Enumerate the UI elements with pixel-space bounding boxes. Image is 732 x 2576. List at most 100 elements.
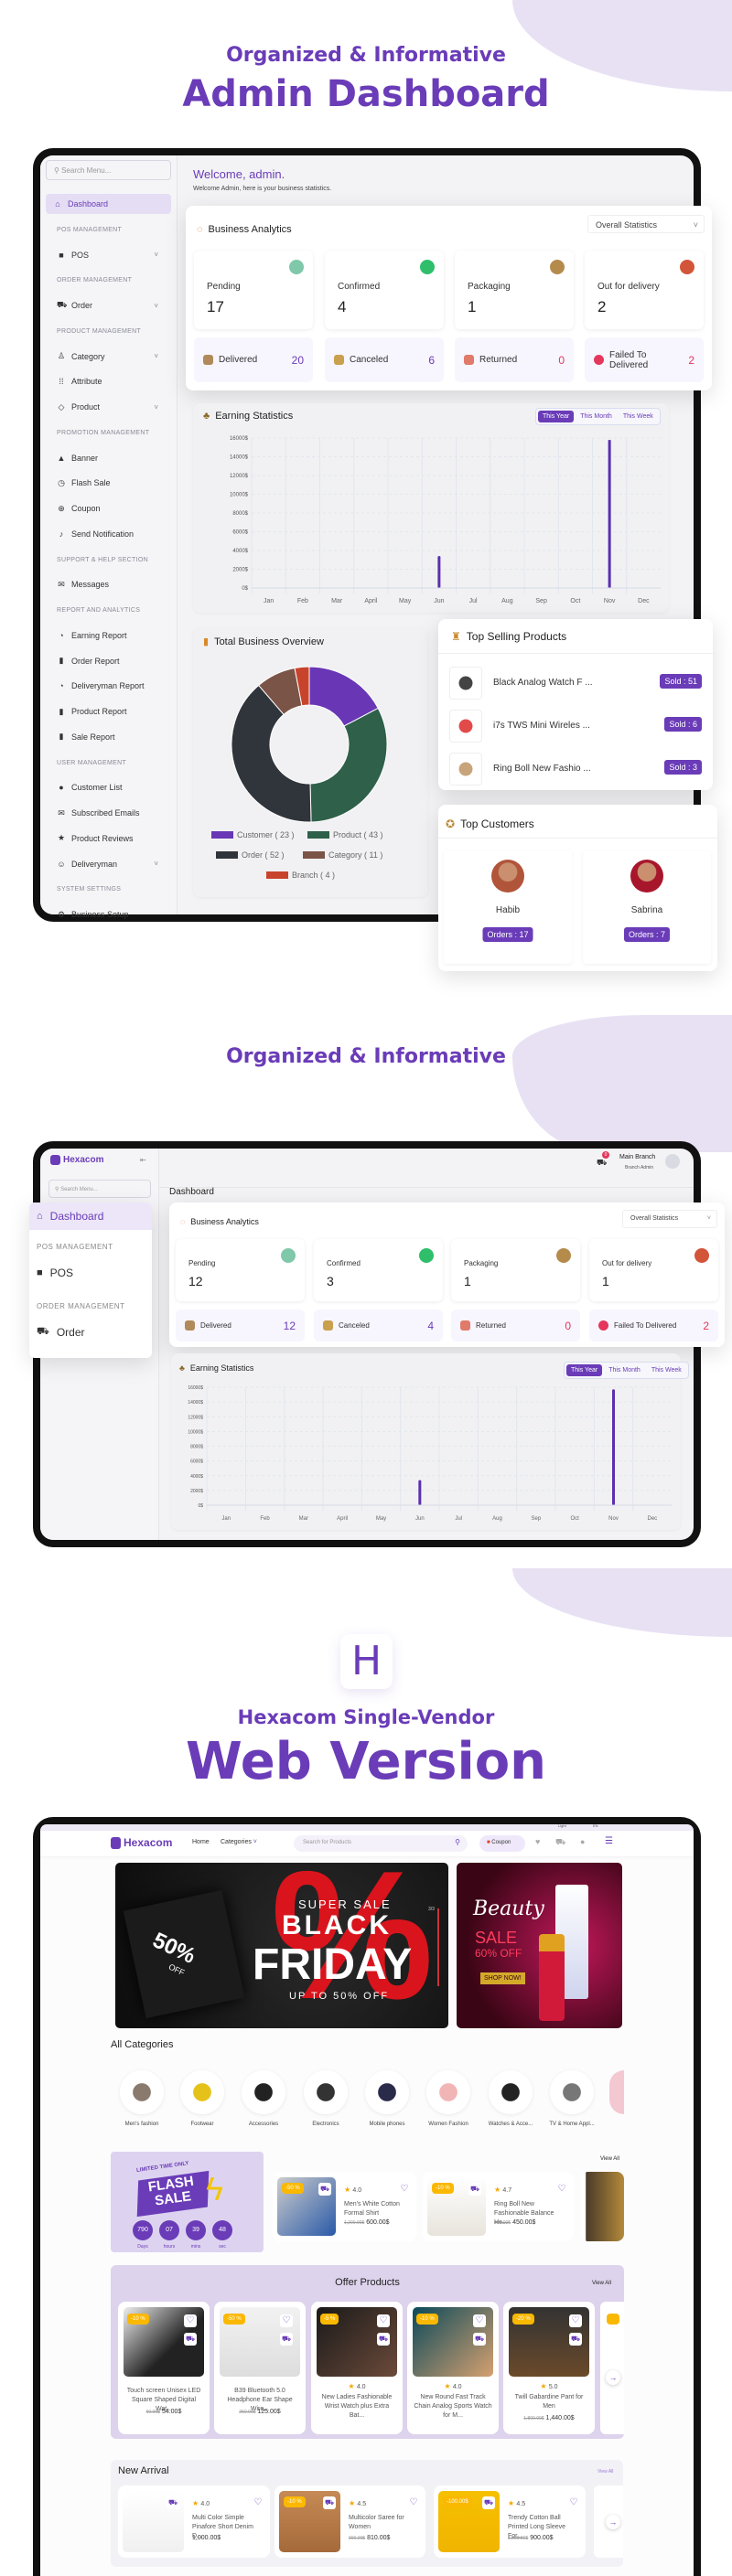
statistics-filter-select[interactable]: Overall Statistics ˅ bbox=[587, 215, 705, 233]
sidebar-item-sale-report[interactable]: ▮ Sale Report bbox=[49, 727, 171, 747]
flash-view-all-link[interactable]: View All bbox=[600, 2156, 619, 2162]
stat-card-packaging[interactable]: Packaging 1 bbox=[451, 1239, 580, 1301]
tab-this-month[interactable]: This Month bbox=[604, 1364, 645, 1376]
next-arrow-button[interactable]: → bbox=[606, 2370, 620, 2385]
search-menu-input[interactable]: ⚲ Search Menu... bbox=[48, 1180, 151, 1198]
add-to-cart-button[interactable]: ⛟ bbox=[468, 2183, 481, 2196]
sidebar-item-category[interactable]: ♙ Category ˅ bbox=[49, 347, 171, 367]
sidebar-item-earning-report[interactable]: ◔ Earning Report bbox=[49, 625, 171, 646]
new-arrival-view-all-link[interactable]: View All bbox=[597, 2469, 613, 2474]
category-item[interactable]: Accessories bbox=[236, 2070, 291, 2134]
slice-product[interactable] bbox=[309, 707, 388, 823]
customer-card[interactable]: Habib Orders : 17 bbox=[444, 850, 572, 964]
menu-item-dashboard[interactable]: ⌂ Dashboard bbox=[29, 1202, 152, 1230]
tab-this-week[interactable]: This Week bbox=[647, 1364, 686, 1376]
search-menu-input[interactable]: ⚲ Search Menu... bbox=[46, 160, 171, 180]
coupon-button[interactable]: ■ Coupon bbox=[479, 1835, 525, 1852]
tab-this-year[interactable]: This Year bbox=[566, 1364, 603, 1376]
sidebar-item-business-setup[interactable]: ⚙ Business Setup bbox=[49, 904, 171, 925]
product-search-input[interactable]: Search for Products ⚲ bbox=[294, 1835, 468, 1852]
status-tile-canceled[interactable]: Canceled 4 bbox=[314, 1309, 443, 1341]
status-tile-delivered[interactable]: Delivered 20 bbox=[194, 337, 313, 382]
brand-logo[interactable]: Hexacom bbox=[50, 1155, 103, 1165]
heart-icon[interactable]: ♥ bbox=[535, 1837, 540, 1846]
nav-home[interactable]: Home bbox=[192, 1839, 210, 1845]
shop-now-button[interactable]: SHOP NOW! bbox=[480, 1972, 525, 1984]
category-item[interactable]: Footwear bbox=[175, 2070, 230, 2134]
sidebar-item-product[interactable]: ◇ Product ˅ bbox=[49, 397, 171, 417]
wishlist-heart-icon[interactable]: ♡ bbox=[184, 2314, 197, 2327]
wishlist-heart-icon[interactable]: ♡ bbox=[377, 2314, 390, 2327]
product-card[interactable]: -10 % ♡ ⛟ ★ 4.0 New Round Fast Track Chain A… bbox=[407, 2302, 499, 2434]
product-card[interactable]: -10 % ⛟ ♡ ★ 4.5 Multicolor Saree for Women 90… bbox=[274, 2485, 425, 2558]
tab-this-month[interactable]: This Month bbox=[576, 411, 617, 422]
sidebar-item-deliveryman-report[interactable]: ◔ Deliveryman Report bbox=[49, 676, 171, 696]
menu-item-pos[interactable]: ■ POS bbox=[29, 1259, 152, 1287]
status-tile-failed-to-delivered[interactable]: Failed To Delivered 2 bbox=[585, 337, 704, 382]
wishlist-heart-icon[interactable]: ♡ bbox=[398, 2183, 411, 2196]
product-card[interactable]: -10 % ♡ ⛟ Touch screen Unisex LED Square Sh… bbox=[118, 2302, 210, 2434]
tab-this-year[interactable]: This Year bbox=[538, 411, 575, 422]
status-tile-returned[interactable]: Returned 0 bbox=[451, 1309, 580, 1341]
wishlist-heart-icon[interactable]: ♡ bbox=[569, 2314, 582, 2327]
product-card[interactable]: -5 % ♡ ⛟ ★ 4.0 New Ladies Fashionable Wrist … bbox=[311, 2302, 403, 2434]
sidebar-item-coupon[interactable]: ⊕ Coupon bbox=[49, 498, 171, 518]
sidebar-item-product-reviews[interactable]: ★ Product Reviews bbox=[49, 828, 171, 849]
tab-this-week[interactable]: This Week bbox=[619, 411, 658, 422]
sidebar-item-product-report[interactable]: ▮ Product Report bbox=[49, 701, 171, 721]
category-item[interactable]: Mobile phones bbox=[360, 2070, 414, 2134]
user-icon[interactable]: ● bbox=[580, 1837, 585, 1846]
sidebar-item-order[interactable]: ⛟ Order ˅ bbox=[49, 295, 171, 315]
statistics-filter-select[interactable]: Overall Statistics ˅ bbox=[622, 1210, 717, 1228]
stat-card-packaging[interactable]: Packaging 1 bbox=[455, 251, 574, 329]
add-to-cart-button[interactable]: ⛟ bbox=[280, 2333, 293, 2346]
sidebar-item-pos[interactable]: ■ POS ˅ bbox=[49, 245, 171, 265]
wishlist-heart-icon[interactable]: ♡ bbox=[407, 2496, 420, 2509]
sidebar-item-customer-list[interactable]: ● Customer List bbox=[49, 777, 171, 797]
wishlist-heart-icon[interactable]: ♡ bbox=[252, 2496, 264, 2509]
menu-icon[interactable]: ☰ bbox=[605, 1836, 613, 1846]
theme-toggle[interactable]: Light bbox=[558, 1823, 566, 1828]
sidebar-item-subscribed-emails[interactable]: ✉ Subscribed Emails bbox=[49, 803, 171, 823]
category-item[interactable]: Watches & Acce... bbox=[483, 2070, 538, 2134]
beauty-sale-banner[interactable]: Beauty SALE 60% OFF SHOP NOW! bbox=[457, 1863, 622, 2028]
add-to-cart-button[interactable]: ⛟ bbox=[323, 2496, 336, 2509]
top-product-row[interactable]: i7s TWS Mini Wireles ... Sold : 6 bbox=[449, 710, 702, 743]
wishlist-heart-icon[interactable]: ♡ bbox=[567, 2496, 580, 2509]
category-item[interactable]: Electronics bbox=[298, 2070, 353, 2134]
offer-view-all-link[interactable]: View All bbox=[592, 2281, 611, 2286]
brand-logo[interactable]: Hexacom bbox=[111, 1836, 172, 1849]
stat-card-out-for-delivery[interactable]: Out for delivery 2 bbox=[585, 251, 704, 329]
add-to-cart-button[interactable]: ⛟ bbox=[167, 2496, 179, 2509]
category-item[interactable]: Women Fashion bbox=[421, 2070, 476, 2134]
product-card[interactable]: -10 % ⛟ ♡ ★ 4.7 Ring Boll New Fashionable Ba… bbox=[423, 2172, 574, 2241]
sidebar-item-flash-sale[interactable]: ◷ Flash Sale bbox=[49, 473, 171, 493]
add-to-cart-button[interactable]: ⛟ bbox=[318, 2183, 331, 2196]
customer-card[interactable]: Sabrina Orders : 7 bbox=[583, 850, 711, 964]
black-friday-banner[interactable]: % 50% OFF SUPER SALE BLACK FRIDAY UP TO … bbox=[115, 1863, 448, 2028]
product-card[interactable]: -20 % ♡ ⛟ ★ 5.0 Twill Gabardine Pant for Men… bbox=[503, 2302, 595, 2434]
sidebar-item-dashboard[interactable]: ⌂ Dashboard bbox=[46, 194, 171, 214]
product-card[interactable]: ⛟ ♡ ★ 4.0 Multi Color Simple Pinafore Short… bbox=[118, 2485, 270, 2558]
language-select[interactable]: EN bbox=[593, 1823, 598, 1828]
wishlist-heart-icon[interactable]: ♡ bbox=[473, 2314, 486, 2327]
branch-name[interactable]: Main Branch bbox=[619, 1154, 655, 1160]
nav-categories[interactable]: Categories ˅ bbox=[221, 1839, 257, 1845]
sidebar-item-order-report[interactable]: ▮ Order Report bbox=[49, 651, 171, 671]
sidebar-item-messages[interactable]: ✉ Messages bbox=[49, 574, 171, 594]
menu-item-order[interactable]: ⛟ Order bbox=[29, 1319, 152, 1346]
category-item[interactable]: Men's fashion bbox=[114, 2070, 169, 2134]
stat-card-pending[interactable]: Pending 17 bbox=[194, 251, 313, 329]
top-product-row[interactable]: Ring Boll New Fashio ... Sold : 3 bbox=[449, 753, 702, 786]
slide-indicator[interactable] bbox=[437, 1908, 439, 1986]
stat-card-pending[interactable]: Pending 12 bbox=[176, 1239, 305, 1301]
cart-icon[interactable]: ⛟ bbox=[555, 1837, 565, 1848]
stat-card-confirmed[interactable]: Confirmed 3 bbox=[314, 1239, 443, 1301]
stat-card-out-for-delivery[interactable]: Out for delivery 1 bbox=[589, 1239, 718, 1301]
avatar[interactable] bbox=[665, 1154, 680, 1169]
product-card[interactable]: -50 % ⛟ ♡ ★ 4.0 Men's White Cotton Formal Sh… bbox=[273, 2172, 416, 2241]
sidebar-item-send-notification[interactable]: ♪ Send Notification bbox=[49, 524, 171, 544]
category-item[interactable]: TV & Home Appl... bbox=[544, 2070, 599, 2134]
stat-card-confirmed[interactable]: Confirmed 4 bbox=[325, 251, 444, 329]
status-tile-failed-to-delivered[interactable]: Failed To Delivered 2 bbox=[589, 1309, 718, 1341]
